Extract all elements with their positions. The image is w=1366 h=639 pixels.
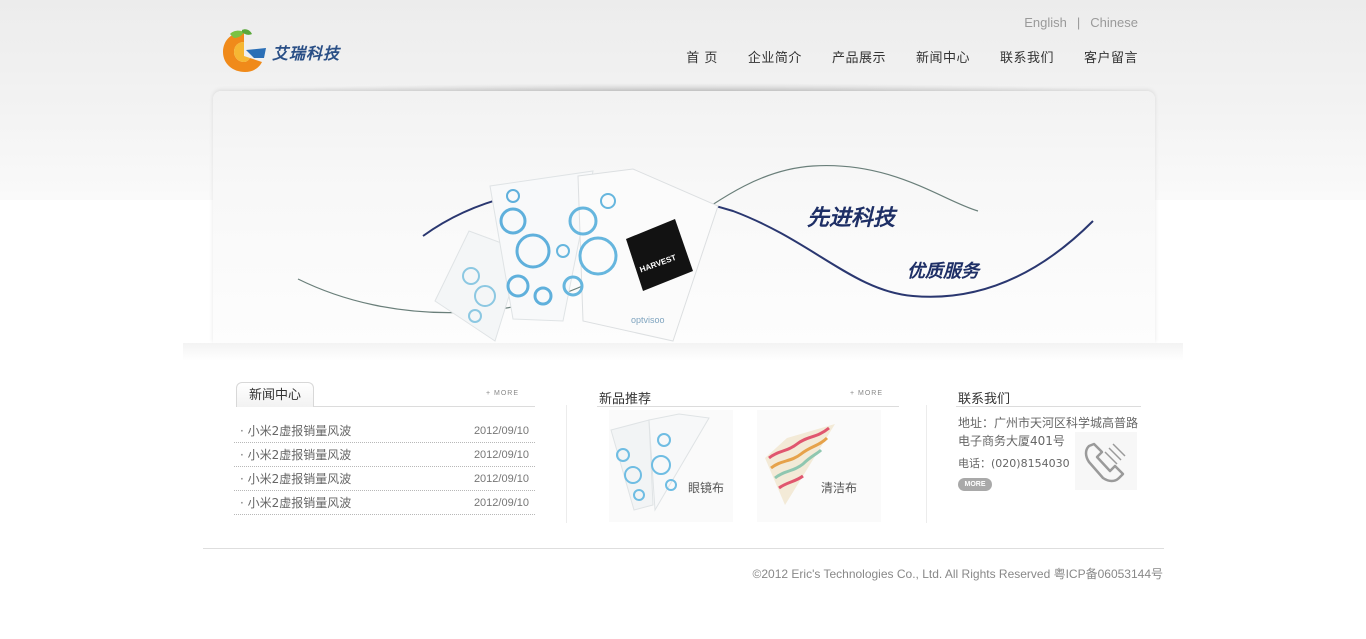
lang-separator: | xyxy=(1076,15,1081,30)
main-nav: 首 页 企业简介 产品展示 新闻中心 联系我们 客户留言 xyxy=(686,47,1138,66)
product-card-cleaning-cloth[interactable]: 清洁布 xyxy=(757,410,881,522)
news-item-title[interactable]: 小米2虚报销量风波 xyxy=(240,446,352,463)
hero-banner: optvisoo HARVEST 先进科技 优质服务 xyxy=(213,91,1155,343)
cleaning-cloth-image xyxy=(765,424,835,505)
lang-chinese-link[interactable]: Chinese xyxy=(1090,15,1138,30)
banner-artwork: optvisoo HARVEST 先进科技 优质服务 xyxy=(297,164,1094,342)
glasses-cloth-image xyxy=(610,413,710,512)
banner-bottom-fade xyxy=(183,343,1183,361)
language-switcher: English | Chinese xyxy=(1024,15,1138,30)
footer-copyright: ©2012 Eric's Technologies Co., Ltd. All … xyxy=(752,567,1163,581)
news-item-date: 2012/09/10 xyxy=(473,448,529,461)
contact-more-button[interactable]: MORE xyxy=(958,478,992,491)
products-more-link[interactable]: + MORE xyxy=(850,390,883,397)
news-item[interactable]: 小米2虚报销量风波 2012/09/10 xyxy=(234,443,535,467)
news-item-date: 2012/09/10 xyxy=(473,424,529,437)
nav-products[interactable]: 产品展示 xyxy=(832,47,886,66)
nav-home[interactable]: 首 页 xyxy=(686,47,718,66)
contact-phone: 电话：(020)8154030 xyxy=(958,457,1070,470)
news-item-title[interactable]: 小米2虚报销量风波 xyxy=(240,470,352,487)
news-item[interactable]: 小米2虚报销量风波 2012/09/10 xyxy=(234,467,535,491)
lang-english-link[interactable]: English xyxy=(1024,15,1067,30)
products-title-underline xyxy=(597,406,899,407)
news-item-title[interactable]: 小米2虚报销量风波 xyxy=(240,494,352,511)
news-item-date: 2012/09/10 xyxy=(473,472,529,485)
contact-address-line2: 电子商务大厦401号 xyxy=(958,434,1065,448)
nav-contact[interactable]: 联系我们 xyxy=(1000,47,1054,66)
banner-slogan-1: 先进科技 xyxy=(807,206,898,231)
site-logo[interactable]: 艾瑞科技 xyxy=(220,28,360,74)
news-item-title[interactable]: 小米2虚报销量风波 xyxy=(240,422,352,439)
news-more-link[interactable]: + MORE xyxy=(486,390,519,397)
nav-messages[interactable]: 客户留言 xyxy=(1084,47,1138,66)
logo-emblem-icon xyxy=(223,29,266,72)
product-label[interactable]: 清洁布 xyxy=(821,479,857,496)
banner-slogan-2: 优质服务 xyxy=(907,261,982,282)
nav-about[interactable]: 企业简介 xyxy=(748,47,802,66)
cloth-brand-2: optvisoo xyxy=(631,315,665,325)
news-item-date: 2012/09/10 xyxy=(473,496,529,509)
contact-title-underline xyxy=(956,406,1141,407)
phone-icon xyxy=(1075,432,1137,490)
site-header: 艾瑞科技 English | Chinese 首 页 企业简介 产品展示 新闻中… xyxy=(0,0,1366,80)
news-list: 小米2虚报销量风波 2012/09/10 小米2虚报销量风波 2012/09/1… xyxy=(234,419,535,515)
contact-section-title: 联系我们 xyxy=(958,392,1011,407)
contact-address-line1: 地址：广州市天河区科学城高普路 xyxy=(958,416,1139,430)
news-section-title: 新闻中心 xyxy=(236,382,314,407)
column-divider xyxy=(926,405,927,523)
news-item[interactable]: 小米2虚报销量风波 2012/09/10 xyxy=(234,491,535,515)
footer-divider xyxy=(203,548,1164,549)
nav-news[interactable]: 新闻中心 xyxy=(916,47,970,66)
products-section-title: 新品推荐 xyxy=(599,392,652,407)
logo-text: 艾瑞科技 xyxy=(272,44,341,63)
column-divider xyxy=(566,405,567,523)
news-item[interactable]: 小米2虚报销量风波 2012/09/10 xyxy=(234,419,535,443)
product-card-glasses-cloth[interactable]: 眼镜布 xyxy=(609,410,733,522)
product-label[interactable]: 眼镜布 xyxy=(688,479,724,496)
news-title-underline xyxy=(314,406,535,407)
